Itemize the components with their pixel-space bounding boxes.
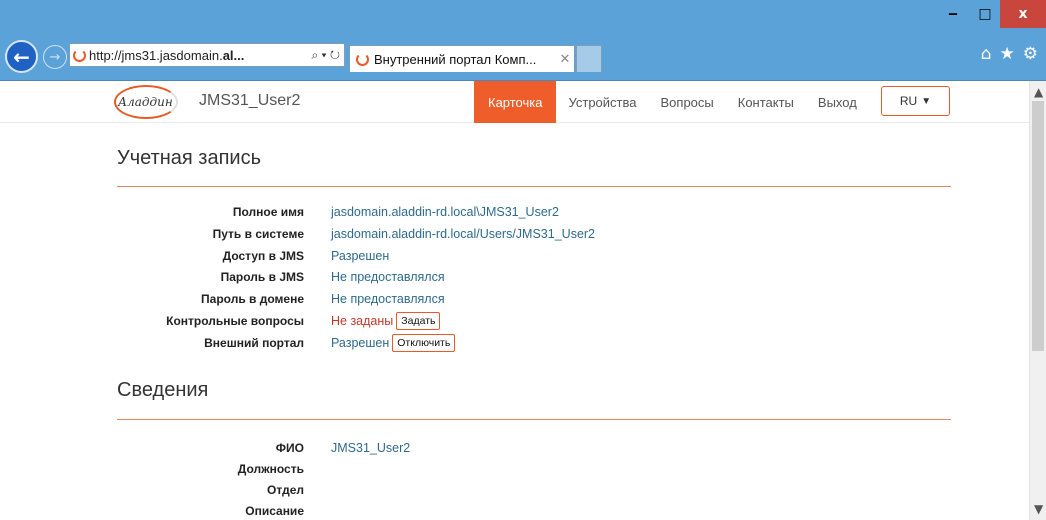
- field-value: jasdomain.aladdin-rd.local\JMS31_User2: [331, 205, 559, 219]
- menu-item-4[interactable]: Выход: [806, 81, 869, 123]
- scroll-down-icon[interactable]: ▼: [1034, 502, 1043, 516]
- field-action-button[interactable]: Отключить: [392, 333, 456, 352]
- field-value: JMS31_User2: [331, 441, 410, 455]
- chevron-down-icon: ▼: [921, 95, 932, 107]
- field-label: Контрольные вопросы: [166, 314, 304, 328]
- username: JMS31_User2: [199, 92, 301, 109]
- field-value-text: Разрешен: [331, 248, 390, 263]
- tab-loading-icon: [356, 52, 369, 66]
- language-selector[interactable]: RU ▼: [881, 86, 950, 116]
- menu-item-1[interactable]: Устройства: [556, 81, 648, 123]
- field-label: ФИО: [275, 441, 304, 455]
- field-value-text: jasdomain.aladdin-rd.local\JMS31_User2: [331, 205, 559, 219]
- field-row: Пароль в домене Не предоставлялся: [0, 289, 1029, 309]
- field-row: ФИО JMS31_User2: [0, 438, 1029, 458]
- forward-button[interactable]: →: [43, 45, 67, 69]
- main-menu: Карточка Устройства Вопросы Контакты Выход: [474, 81, 869, 123]
- star-icon[interactable]: ★: [1000, 44, 1015, 64]
- field-row: Путь в системе jasdomain.aladdin-rd.local…: [0, 224, 1029, 244]
- field-value-text: Не предоставлялся: [331, 292, 445, 307]
- field-value: Не предоставлялся: [331, 292, 445, 306]
- field-row: Отдел: [0, 480, 1029, 500]
- gear-icon[interactable]: ⚙: [1023, 44, 1038, 64]
- field-row: Пароль в JMS Не предоставлялся: [0, 267, 1029, 287]
- field-value-text: Не заданы: [331, 314, 394, 328]
- field-label: Должность: [237, 462, 304, 476]
- field-value-text: JMS31_User2: [331, 441, 411, 455]
- new-tab-button[interactable]: [576, 45, 602, 72]
- home-icon[interactable]: ⌂: [981, 44, 992, 64]
- url-text[interactable]: http://jms31.jasdomain.al...: [89, 48, 307, 63]
- section-divider: [117, 186, 951, 187]
- field-label: Пароль в JMS: [220, 270, 304, 285]
- page-content: Аладдин JMS31_User2 Карточка Устройства Во…: [0, 81, 1046, 520]
- scrollbar[interactable]: ▲ ▼: [1029, 81, 1046, 520]
- field-value-text: jasdomain.aladdin-rd.local/Users/JMS31_U…: [331, 226, 596, 241]
- field-row: Доступ в JMS Разрешен: [0, 246, 1029, 266]
- field-row: Описание: [0, 501, 1029, 520]
- field-label: Путь в системе: [212, 226, 304, 241]
- window-controls: ‒ □ x: [936, 0, 1046, 28]
- minimize-button[interactable]: ‒: [936, 0, 970, 28]
- menu-item-0[interactable]: Карточка: [474, 81, 557, 123]
- menu-item-3[interactable]: Контакты: [726, 81, 806, 123]
- field-value-text: Разрешен: [331, 335, 390, 350]
- loading-icon: [73, 48, 86, 62]
- field-label: Описание: [245, 504, 304, 518]
- field-label: Пароль в домене: [201, 292, 304, 307]
- field-row: Внешний портал Разрешен Отключить: [0, 333, 1029, 353]
- address-tools[interactable]: ⌕ ▾ ↻: [311, 48, 344, 63]
- close-window-button[interactable]: x: [1000, 0, 1046, 28]
- scroll-up-icon[interactable]: ▲: [1034, 85, 1043, 99]
- section-divider: [117, 419, 951, 420]
- arrow-right-icon: →: [49, 49, 61, 65]
- field-action-button[interactable]: Задать: [396, 312, 441, 330]
- field-label: Доступ в JMS: [222, 248, 304, 263]
- browser-chrome: ‒ □ x ← → http://jms31.jasdomain.al... ⌕…: [0, 0, 1046, 81]
- browser-toolbar-icons: ⌂ ★ ⚙: [981, 44, 1038, 64]
- field-label: Полное имя: [232, 205, 304, 219]
- menu-item-2[interactable]: Вопросы: [649, 81, 726, 123]
- field-label: Отдел: [267, 483, 304, 497]
- tab-title: Внутренний портал Комп...: [374, 51, 537, 67]
- portal-header: Аладдин JMS31_User2 Карточка Устройства Во…: [0, 81, 1029, 123]
- account-section-title: Учетная запись: [117, 147, 262, 169]
- field-value: Не заданы Задать: [331, 312, 441, 330]
- field-row: Контрольные вопросы Не заданы Задать: [0, 311, 1029, 331]
- info-section-title: Сведения: [117, 379, 209, 401]
- field-row: Полное имя jasdomain.aladdin-rd.local\JMS…: [0, 202, 1029, 222]
- aladdin-logo[interactable]: Аладдин: [108, 85, 184, 119]
- field-row: Должность: [0, 459, 1029, 479]
- field-value: jasdomain.aladdin-rd.local/Users/JMS31_U…: [331, 227, 595, 241]
- arrow-left-icon: ←: [13, 44, 30, 69]
- field-label: Внешний портал: [204, 335, 304, 350]
- address-bar[interactable]: http://jms31.jasdomain.al... ⌕ ▾ ↻: [69, 43, 345, 67]
- field-value-text: Не предоставлялся: [331, 270, 445, 285]
- field-value: Разрешен Отключить: [331, 333, 456, 352]
- field-value: Не предоставлялся: [331, 270, 445, 284]
- field-value: Разрешен: [331, 249, 389, 263]
- scroll-thumb[interactable]: [1032, 101, 1044, 351]
- back-button[interactable]: ←: [5, 40, 38, 73]
- tab-close-icon[interactable]: ✕: [556, 51, 574, 67]
- browser-tab[interactable]: Внутренний портал Комп... ✕: [349, 45, 575, 72]
- maximize-button[interactable]: □: [970, 0, 1000, 28]
